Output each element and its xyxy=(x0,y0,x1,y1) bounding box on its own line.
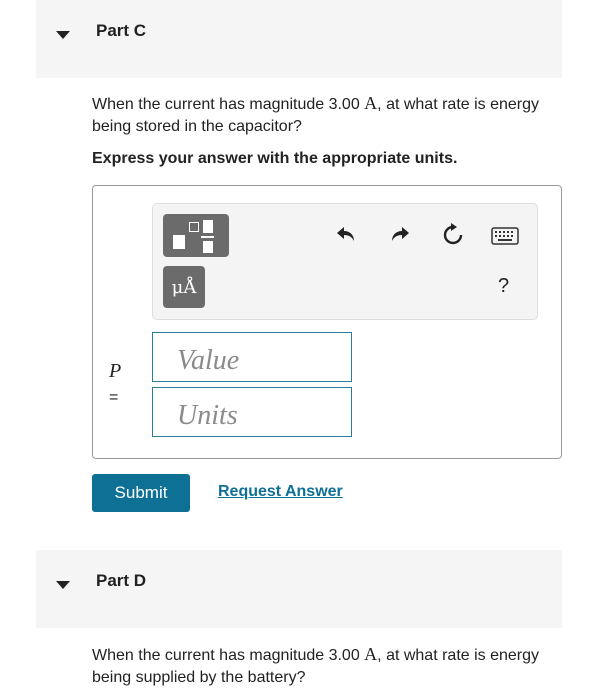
reset-icon xyxy=(443,223,463,245)
answer-variable: P xyxy=(109,360,122,382)
undo-icon xyxy=(337,227,354,241)
caret-down-icon[interactable] xyxy=(56,31,70,39)
part-c-question: When the current has magnitude 3.00 A, a… xyxy=(92,92,562,138)
redo-icon xyxy=(392,227,409,241)
units-button[interactable]: μÅ xyxy=(163,266,205,308)
part-d-header[interactable]: Part D xyxy=(36,550,562,628)
help-button[interactable]: ? xyxy=(498,275,509,298)
reset-button[interactable] xyxy=(440,222,466,248)
redo-button[interactable] xyxy=(388,222,412,246)
part-c-header[interactable]: Part C xyxy=(36,0,562,78)
equals-sign: = xyxy=(109,389,119,406)
caret-down-icon[interactable] xyxy=(56,581,70,589)
math-toolbar: μÅ ? xyxy=(152,203,538,320)
part-d-title: Part D xyxy=(96,571,147,590)
answer-box: μÅ ? P = Value Units xyxy=(92,185,562,459)
undo-button[interactable] xyxy=(334,222,358,246)
part-c-title: Part C xyxy=(96,21,147,40)
keyboard-icon xyxy=(491,227,519,245)
value-input[interactable] xyxy=(152,332,352,382)
request-answer-link[interactable]: Request Answer xyxy=(218,483,343,501)
templates-button[interactable] xyxy=(163,214,229,257)
units-icon: μÅ xyxy=(171,276,197,298)
instruction-text: Express your answer with the appropriate… xyxy=(92,150,458,167)
question-text-pre: When the current has magnitude 3.00 xyxy=(92,647,365,664)
current-unit: A xyxy=(364,644,378,664)
keyboard-button[interactable] xyxy=(490,226,520,246)
current-unit: A xyxy=(364,93,378,113)
units-input[interactable] xyxy=(152,387,352,437)
question-text-pre: When the current has magnitude 3.00 xyxy=(92,96,365,113)
part-d-question: When the current has magnitude 3.00 A, a… xyxy=(92,643,562,689)
submit-button[interactable]: Submit xyxy=(92,474,190,512)
